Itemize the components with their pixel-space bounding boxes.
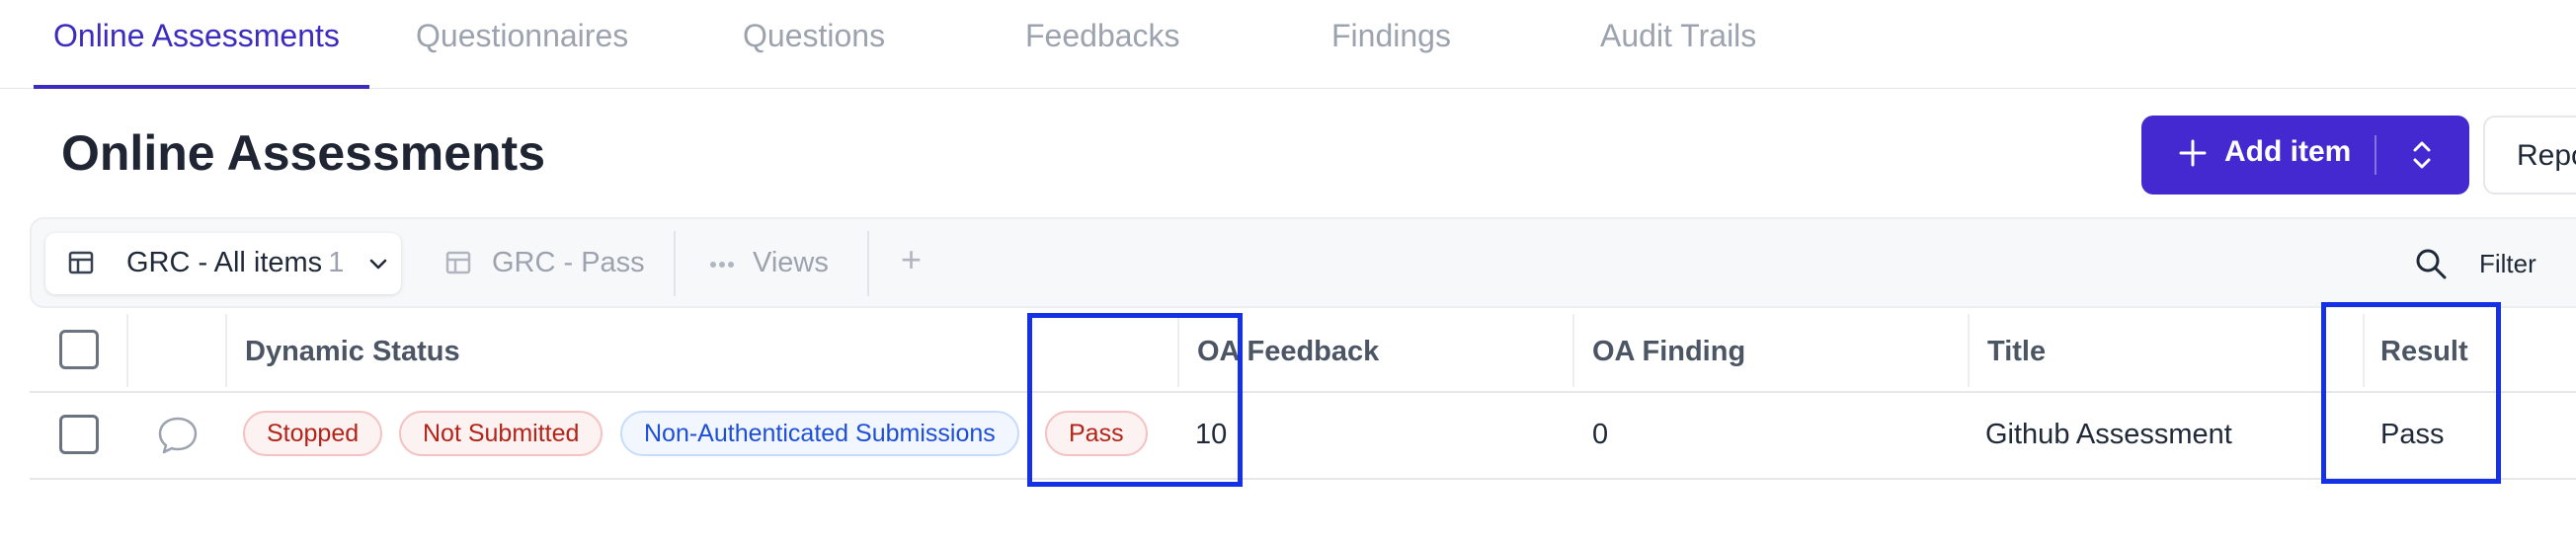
report-button[interactable]: Repo bbox=[2483, 116, 2576, 195]
dots-icon bbox=[710, 262, 734, 268]
tab-questionnaires[interactable]: Questionnaires bbox=[416, 18, 628, 54]
views-label: Views bbox=[753, 247, 829, 278]
cell-title: Github Assessment bbox=[1985, 419, 2232, 450]
column-divider bbox=[126, 314, 128, 387]
filter-button[interactable]: Filter bbox=[2479, 249, 2536, 279]
column-header-oa-finding[interactable]: OA Finding bbox=[1592, 336, 1745, 368]
column-header-title[interactable]: Title bbox=[1987, 336, 2046, 368]
toolbar-divider bbox=[867, 231, 869, 296]
tab-online-assessments[interactable]: Online Assessments bbox=[53, 18, 340, 54]
views-toolbar: GRC - All items 1 GRC - Pass Views + Filt… bbox=[30, 217, 2576, 308]
status-badge-not-submitted: Not Submitted bbox=[399, 411, 604, 456]
column-divider bbox=[1572, 314, 1574, 387]
chevron-down-icon bbox=[369, 259, 387, 270]
active-tab-indicator bbox=[34, 85, 369, 89]
module-tabs: Online Assessments Questionnaires Questi… bbox=[0, 0, 2576, 89]
view-grc-pass-label: GRC - Pass bbox=[492, 247, 645, 278]
add-item-label: Add item bbox=[2224, 135, 2352, 168]
chevron-up-down-icon[interactable] bbox=[2408, 135, 2436, 175]
add-view-button[interactable]: + bbox=[901, 239, 922, 280]
add-item-button[interactable]: Add item bbox=[2141, 116, 2469, 195]
column-divider bbox=[1968, 314, 1970, 387]
cell-oa-finding: 0 bbox=[1592, 419, 1609, 450]
tab-audit-trails[interactable]: Audit Trails bbox=[1600, 18, 1756, 54]
toolbar-divider bbox=[674, 231, 676, 296]
table-header: Dynamic Status OA Feedback OA Finding Ti… bbox=[30, 308, 2576, 393]
comment-icon[interactable] bbox=[156, 415, 200, 456]
tab-findings[interactable]: Findings bbox=[1331, 18, 1451, 54]
button-divider bbox=[2375, 135, 2376, 175]
table-icon bbox=[68, 251, 94, 274]
view-grc-all-items[interactable]: GRC - All items 1 bbox=[45, 233, 401, 294]
table-icon bbox=[445, 251, 471, 274]
tab-feedbacks[interactable]: Feedbacks bbox=[1025, 18, 1180, 54]
page-title: Online Assessments bbox=[61, 125, 546, 181]
tab-questions[interactable]: Questions bbox=[743, 18, 885, 54]
column-divider bbox=[225, 314, 227, 387]
column-header-dynamic-status[interactable]: Dynamic Status bbox=[245, 336, 460, 368]
status-badge-stopped: Stopped bbox=[243, 411, 383, 456]
status-badge-non-authenticated: Non-Authenticated Submissions bbox=[620, 411, 1019, 456]
select-all-checkbox[interactable] bbox=[59, 330, 99, 369]
view-count: 1 bbox=[328, 247, 345, 278]
search-icon[interactable] bbox=[2414, 247, 2448, 280]
table-row[interactable]: Stopped Not Submitted Non-Authenticated … bbox=[30, 393, 2576, 480]
highlight-box-result bbox=[2321, 302, 2501, 484]
report-button-label: Repo bbox=[2517, 139, 2576, 172]
row-checkbox[interactable] bbox=[59, 415, 99, 454]
plus-icon bbox=[2179, 139, 2207, 167]
highlight-box-oa-feedback bbox=[1027, 313, 1243, 487]
active-view-label: GRC - All items 1 bbox=[126, 247, 345, 278]
